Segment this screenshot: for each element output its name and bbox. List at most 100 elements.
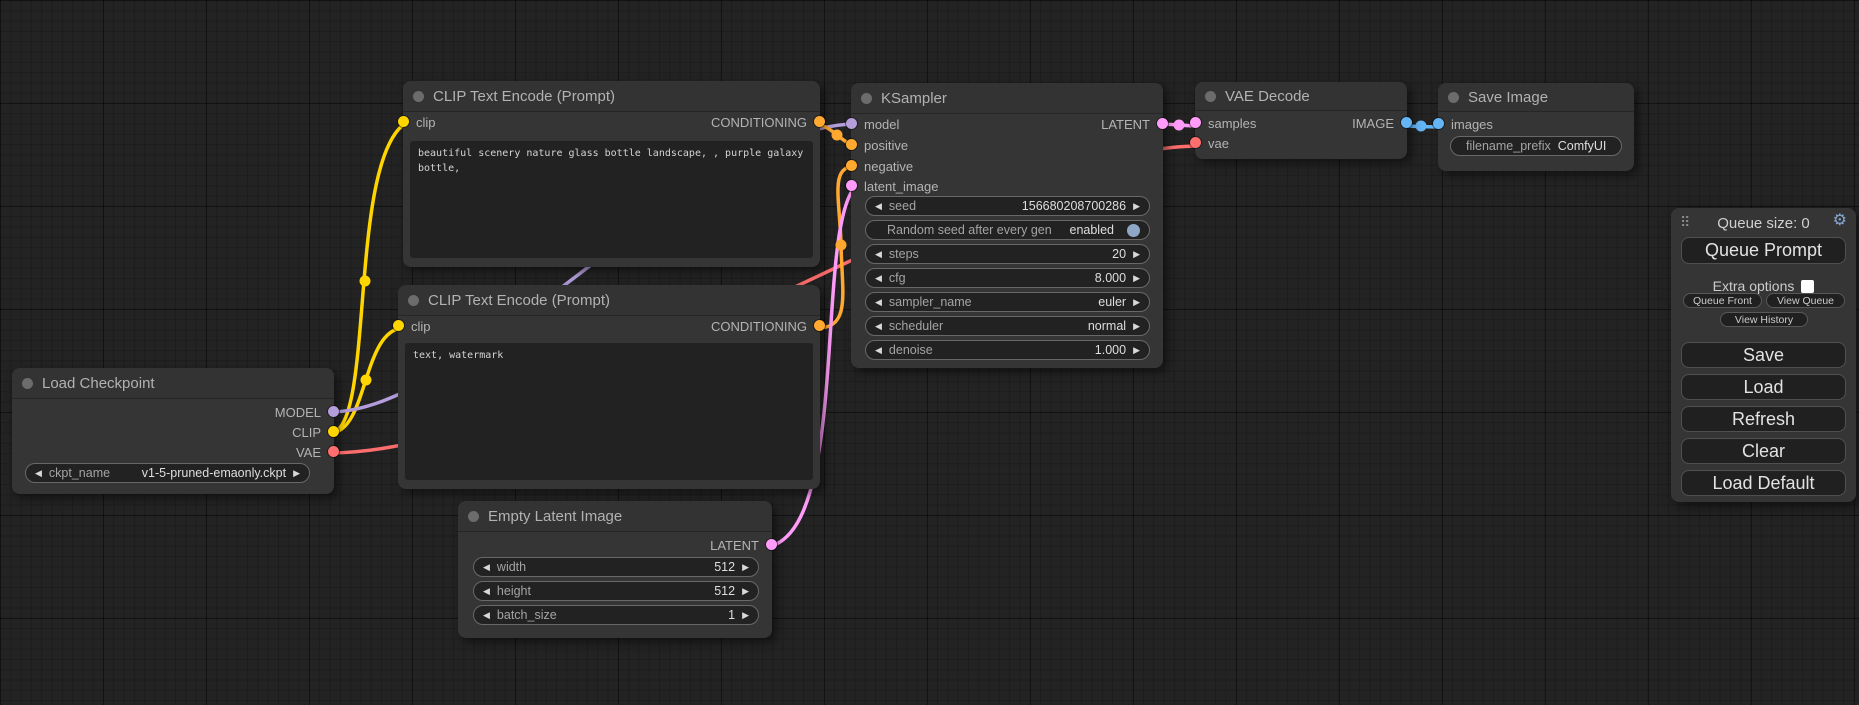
queue-front-button[interactable]: Queue Front xyxy=(1683,293,1762,308)
vae-port[interactable] xyxy=(328,446,339,457)
denoise-widget[interactable]: ◀ denoise 1.000 ▶ xyxy=(865,340,1150,360)
node-title-bar[interactable]: KSampler xyxy=(851,83,1163,113)
prev-arrow-icon[interactable]: ◀ xyxy=(483,587,490,596)
height-widget[interactable]: ◀ height 512 ▶ xyxy=(473,581,759,601)
cfg-widget[interactable]: ◀ cfg 8.000 ▶ xyxy=(865,268,1150,288)
prev-arrow-icon[interactable]: ◀ xyxy=(875,202,882,211)
node-vae-decode[interactable]: VAE Decode samples IMAGE vae xyxy=(1195,82,1407,159)
next-arrow-icon[interactable]: ▶ xyxy=(1133,322,1140,331)
conditioning-port[interactable] xyxy=(814,116,825,127)
image-port[interactable] xyxy=(1433,118,1444,129)
next-arrow-icon[interactable]: ▶ xyxy=(1133,346,1140,355)
latent-port[interactable] xyxy=(766,539,777,550)
node-graph-canvas[interactable]: Load Checkpoint MODEL CLIP VAE ◀ ckpt_na… xyxy=(0,0,1859,705)
conditioning-port[interactable] xyxy=(846,160,857,171)
load-default-button[interactable]: Load Default xyxy=(1681,470,1846,496)
save-button[interactable]: Save xyxy=(1681,342,1846,368)
conditioning-port[interactable] xyxy=(814,320,825,331)
next-arrow-icon[interactable]: ▶ xyxy=(742,563,749,572)
negative-prompt-textarea[interactable]: text, watermark xyxy=(405,343,813,480)
images-input-row: images xyxy=(1438,114,1634,134)
port-label: clip xyxy=(416,115,436,130)
sampler-name-widget[interactable]: ◀ sampler_name euler ▶ xyxy=(865,292,1150,312)
random-seed-widget[interactable]: Random seed after every gen enabled xyxy=(865,220,1150,240)
next-arrow-icon[interactable]: ▶ xyxy=(742,587,749,596)
port-label: negative xyxy=(864,159,913,174)
next-arrow-icon[interactable]: ▶ xyxy=(742,611,749,620)
clip-port[interactable] xyxy=(393,320,404,331)
refresh-button[interactable]: Refresh xyxy=(1681,406,1846,432)
widget-value: 156680208700286 xyxy=(1022,199,1126,213)
collapse-dot-icon[interactable] xyxy=(408,295,419,306)
toggle-icon[interactable] xyxy=(1127,224,1140,237)
queue-prompt-button[interactable]: Queue Prompt xyxy=(1681,237,1846,264)
link-dot xyxy=(361,375,372,386)
extra-options-checkbox[interactable] xyxy=(1801,280,1814,293)
node-load-checkpoint[interactable]: Load Checkpoint MODEL CLIP VAE ◀ ckpt_na… xyxy=(12,368,334,494)
prev-arrow-icon[interactable]: ◀ xyxy=(483,563,490,572)
prev-arrow-icon[interactable]: ◀ xyxy=(875,250,882,259)
collapse-dot-icon[interactable] xyxy=(468,511,479,522)
prev-arrow-icon[interactable]: ◀ xyxy=(35,469,42,478)
vae-port[interactable] xyxy=(1190,137,1201,148)
positive-prompt-textarea[interactable]: beautiful scenery nature glass bottle la… xyxy=(410,141,813,258)
batch-size-widget[interactable]: ◀ batch_size 1 ▶ xyxy=(473,605,759,625)
widget-value: 512 xyxy=(714,560,735,574)
next-arrow-icon[interactable]: ▶ xyxy=(293,469,300,478)
queue-size-label: Queue size: 0 xyxy=(1671,215,1856,232)
node-title-bar[interactable]: CLIP Text Encode (Prompt) xyxy=(403,81,820,111)
seed-widget[interactable]: ◀ seed 156680208700286 ▶ xyxy=(865,196,1150,216)
port-label: IMAGE xyxy=(1352,116,1394,131)
link-dot xyxy=(832,130,843,141)
collapse-dot-icon[interactable] xyxy=(1448,92,1459,103)
next-arrow-icon[interactable]: ▶ xyxy=(1133,250,1140,259)
node-ksampler[interactable]: KSampler model LATENT positive negative … xyxy=(851,83,1163,368)
node-save-image[interactable]: Save Image images filename_prefix ComfyU… xyxy=(1438,83,1634,171)
gear-icon[interactable]: ⚙ xyxy=(1833,213,1847,229)
view-queue-button[interactable]: View Queue xyxy=(1766,293,1845,308)
widget-label: ckpt_name xyxy=(49,466,110,480)
node-clip-text-encode-negative[interactable]: CLIP Text Encode (Prompt) clip CONDITION… xyxy=(398,285,820,489)
scheduler-widget[interactable]: ◀ scheduler normal ▶ xyxy=(865,316,1150,336)
prev-arrow-icon[interactable]: ◀ xyxy=(483,611,490,620)
node-title: CLIP Text Encode (Prompt) xyxy=(433,88,615,105)
next-arrow-icon[interactable]: ▶ xyxy=(1133,202,1140,211)
model-port[interactable] xyxy=(846,118,857,129)
next-arrow-icon[interactable]: ▶ xyxy=(1133,274,1140,283)
node-title-bar[interactable]: VAE Decode xyxy=(1195,82,1407,110)
node-empty-latent-image[interactable]: Empty Latent Image LATENT ◀ width 512 ▶ … xyxy=(458,501,772,638)
node-title-bar[interactable]: Save Image xyxy=(1438,83,1634,111)
next-arrow-icon[interactable]: ▶ xyxy=(1133,298,1140,307)
ckpt-name-widget[interactable]: ◀ ckpt_name v1-5-pruned-emaonly.ckpt ▶ xyxy=(25,463,310,483)
node-clip-text-encode-positive[interactable]: CLIP Text Encode (Prompt) clip CONDITION… xyxy=(403,81,820,267)
prev-arrow-icon[interactable]: ◀ xyxy=(875,298,882,307)
clip-port[interactable] xyxy=(328,426,339,437)
node-title: Save Image xyxy=(1468,89,1548,106)
view-history-button[interactable]: View History xyxy=(1720,312,1808,327)
clip-port[interactable] xyxy=(398,116,409,127)
widget-label: cfg xyxy=(889,271,906,285)
prev-arrow-icon[interactable]: ◀ xyxy=(875,346,882,355)
load-button[interactable]: Load xyxy=(1681,374,1846,400)
latent-port[interactable] xyxy=(846,180,857,191)
node-title-bar[interactable]: Load Checkpoint xyxy=(12,368,334,398)
node-title-bar[interactable]: CLIP Text Encode (Prompt) xyxy=(398,285,820,315)
port-label: vae xyxy=(1208,136,1229,151)
collapse-dot-icon[interactable] xyxy=(1205,91,1216,102)
prev-arrow-icon[interactable]: ◀ xyxy=(875,274,882,283)
prev-arrow-icon[interactable]: ◀ xyxy=(875,322,882,331)
collapse-dot-icon[interactable] xyxy=(861,93,872,104)
collapse-dot-icon[interactable] xyxy=(22,378,33,389)
conditioning-port[interactable] xyxy=(846,139,857,150)
width-widget[interactable]: ◀ width 512 ▶ xyxy=(473,557,759,577)
node-title-bar[interactable]: Empty Latent Image xyxy=(458,501,772,531)
steps-widget[interactable]: ◀ steps 20 ▶ xyxy=(865,244,1150,264)
widget-value: ComfyUI xyxy=(1558,139,1607,153)
latent-port[interactable] xyxy=(1190,117,1201,128)
filename-prefix-widget[interactable]: filename_prefix ComfyUI xyxy=(1450,136,1622,156)
latent-port[interactable] xyxy=(1157,118,1168,129)
image-port[interactable] xyxy=(1401,117,1412,128)
collapse-dot-icon[interactable] xyxy=(413,91,424,102)
clear-button[interactable]: Clear xyxy=(1681,438,1846,464)
model-port[interactable] xyxy=(328,406,339,417)
